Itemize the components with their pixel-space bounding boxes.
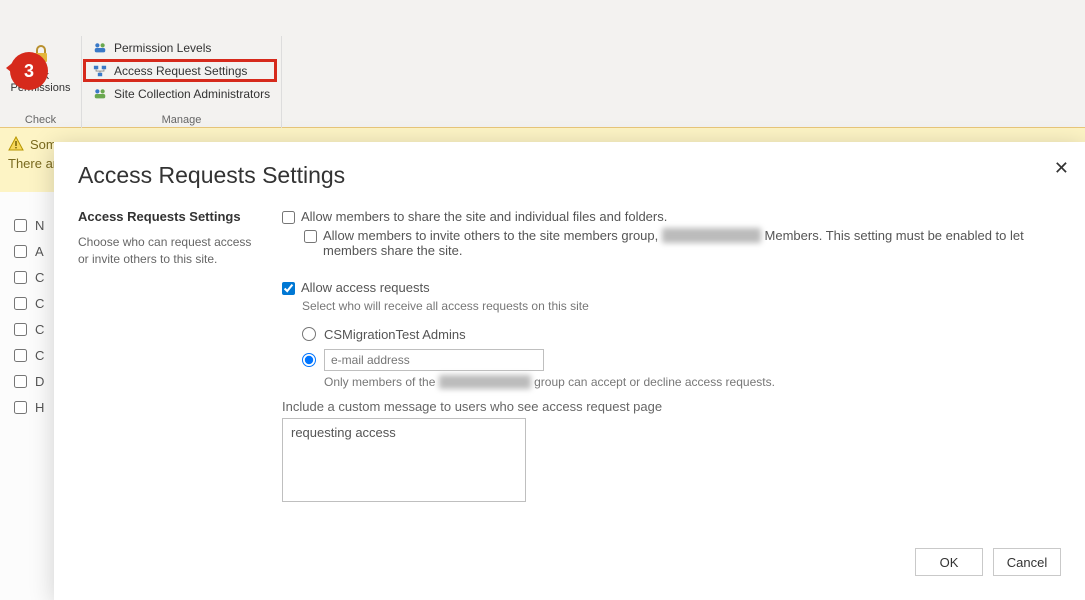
close-icon[interactable]: ✕	[1054, 158, 1069, 179]
allow-share-checkbox[interactable]	[282, 211, 295, 224]
allow-access-requests-label: Allow access requests	[301, 280, 430, 295]
modal-footer: OK Cancel	[915, 548, 1061, 576]
ribbon-group-label-check: Check	[0, 114, 81, 126]
custom-message-textarea[interactable]	[282, 418, 526, 502]
redacted-group-name: hidden	[662, 228, 761, 243]
radio-admins[interactable]	[302, 327, 316, 341]
row-checkbox[interactable]	[14, 349, 27, 362]
modal-left-panel: Access Requests Settings Choose who can …	[78, 209, 258, 505]
allow-share-checkbox-row[interactable]: Allow members to share the site and indi…	[282, 209, 1061, 224]
redacted-group-name-2: hidden	[439, 375, 531, 389]
allow-invite-checkbox-row[interactable]: Allow members to invite others to the si…	[304, 228, 1061, 258]
org-icon	[92, 63, 108, 79]
ribbon-group-label-manage: Manage	[82, 114, 281, 126]
email-input[interactable]	[324, 349, 544, 371]
warning-line1: Som	[30, 137, 57, 152]
access-request-settings-button[interactable]: Access Request Settings	[83, 59, 277, 82]
select-recipient-hint: Select who will receive all access reque…	[302, 299, 1061, 313]
access-requests-modal: Access Requests Settings ✕ Access Reques…	[54, 142, 1085, 600]
row-checkbox[interactable]	[14, 219, 27, 232]
ok-button[interactable]: OK	[915, 548, 983, 576]
step-badge: 3	[10, 52, 48, 90]
row-checkbox[interactable]	[14, 245, 27, 258]
modal-title: Access Requests Settings	[78, 162, 1061, 189]
radio-email-row[interactable]	[302, 347, 1061, 373]
people-icon	[92, 40, 108, 56]
only-members-hint: Only members of the hidden group can acc…	[324, 375, 1061, 389]
row-checkbox[interactable]	[14, 375, 27, 388]
row-checkbox[interactable]	[14, 297, 27, 310]
row-checkbox[interactable]	[14, 271, 27, 284]
row-checkbox[interactable]	[14, 323, 27, 336]
permission-levels-button[interactable]: Permission Levels	[86, 36, 280, 59]
allow-access-requests-checkbox[interactable]	[282, 282, 295, 295]
modal-right-panel: Allow members to share the site and indi…	[282, 209, 1061, 505]
ribbon: eck Permissions Check Permission Levels …	[0, 0, 1085, 128]
ribbon-group-manage: Permission Levels Access Request Setting…	[82, 36, 282, 128]
radio-admins-label: CSMigrationTest Admins	[324, 327, 466, 342]
warning-icon	[8, 136, 24, 152]
left-description: Choose who can request access or invite …	[78, 234, 258, 268]
cancel-button[interactable]: Cancel	[993, 548, 1061, 576]
radio-admins-row[interactable]: CSMigrationTest Admins	[302, 321, 1061, 347]
custom-message-label: Include a custom message to users who se…	[282, 399, 1061, 414]
allow-invite-label-pre: Allow members to invite others to the si…	[323, 228, 662, 243]
row-checkbox[interactable]	[14, 401, 27, 414]
allow-access-requests-row[interactable]: Allow access requests	[282, 280, 1061, 295]
allow-share-label: Allow members to share the site and indi…	[301, 209, 667, 224]
left-heading: Access Requests Settings	[78, 209, 258, 224]
radio-email[interactable]	[302, 353, 316, 367]
admin-icon	[92, 86, 108, 102]
allow-invite-checkbox[interactable]	[304, 230, 317, 243]
site-collection-admins-button[interactable]: Site Collection Administrators	[86, 82, 280, 105]
